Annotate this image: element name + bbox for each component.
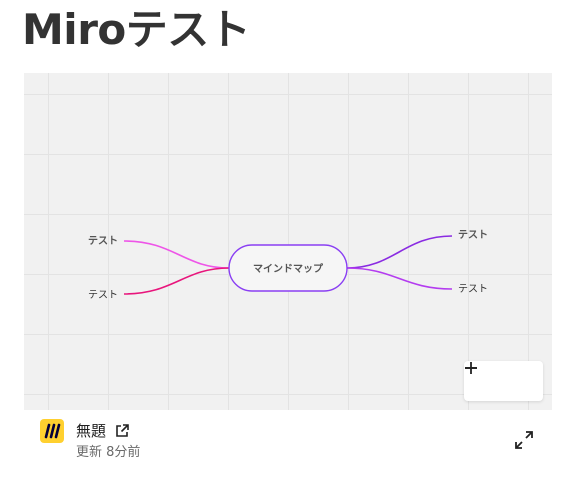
zoom-controls xyxy=(464,361,543,401)
last-updated: 更新 8分前 xyxy=(76,445,141,460)
branch-left-bottom xyxy=(123,267,230,295)
node-right-top[interactable]: テスト xyxy=(458,229,488,241)
board-title[interactable]: 無題 xyxy=(76,422,106,440)
expand-icon[interactable] xyxy=(514,430,534,450)
external-link-icon[interactable] xyxy=(114,423,130,439)
node-left-top[interactable]: テスト xyxy=(88,235,118,247)
node-right-bottom[interactable]: テスト xyxy=(458,284,488,295)
node-left-bottom[interactable]: テスト xyxy=(88,290,118,301)
zoom-in-button[interactable] xyxy=(465,362,538,396)
branch-right-bottom xyxy=(346,267,453,290)
page-title: Miroテスト xyxy=(22,5,251,54)
miro-board-embed[interactable]: マインドマップ テスト テスト テスト テスト xyxy=(24,73,552,410)
branch-right-top xyxy=(346,235,453,269)
board-footer: 無題 更新 8分前 xyxy=(24,410,552,479)
branch-left-top xyxy=(123,240,230,269)
miro-logo-icon xyxy=(40,419,64,443)
mind-map: マインドマップ テスト テスト テスト テスト xyxy=(88,229,488,301)
plus-icon xyxy=(465,362,477,374)
center-node-label: マインドマップ xyxy=(253,262,324,275)
